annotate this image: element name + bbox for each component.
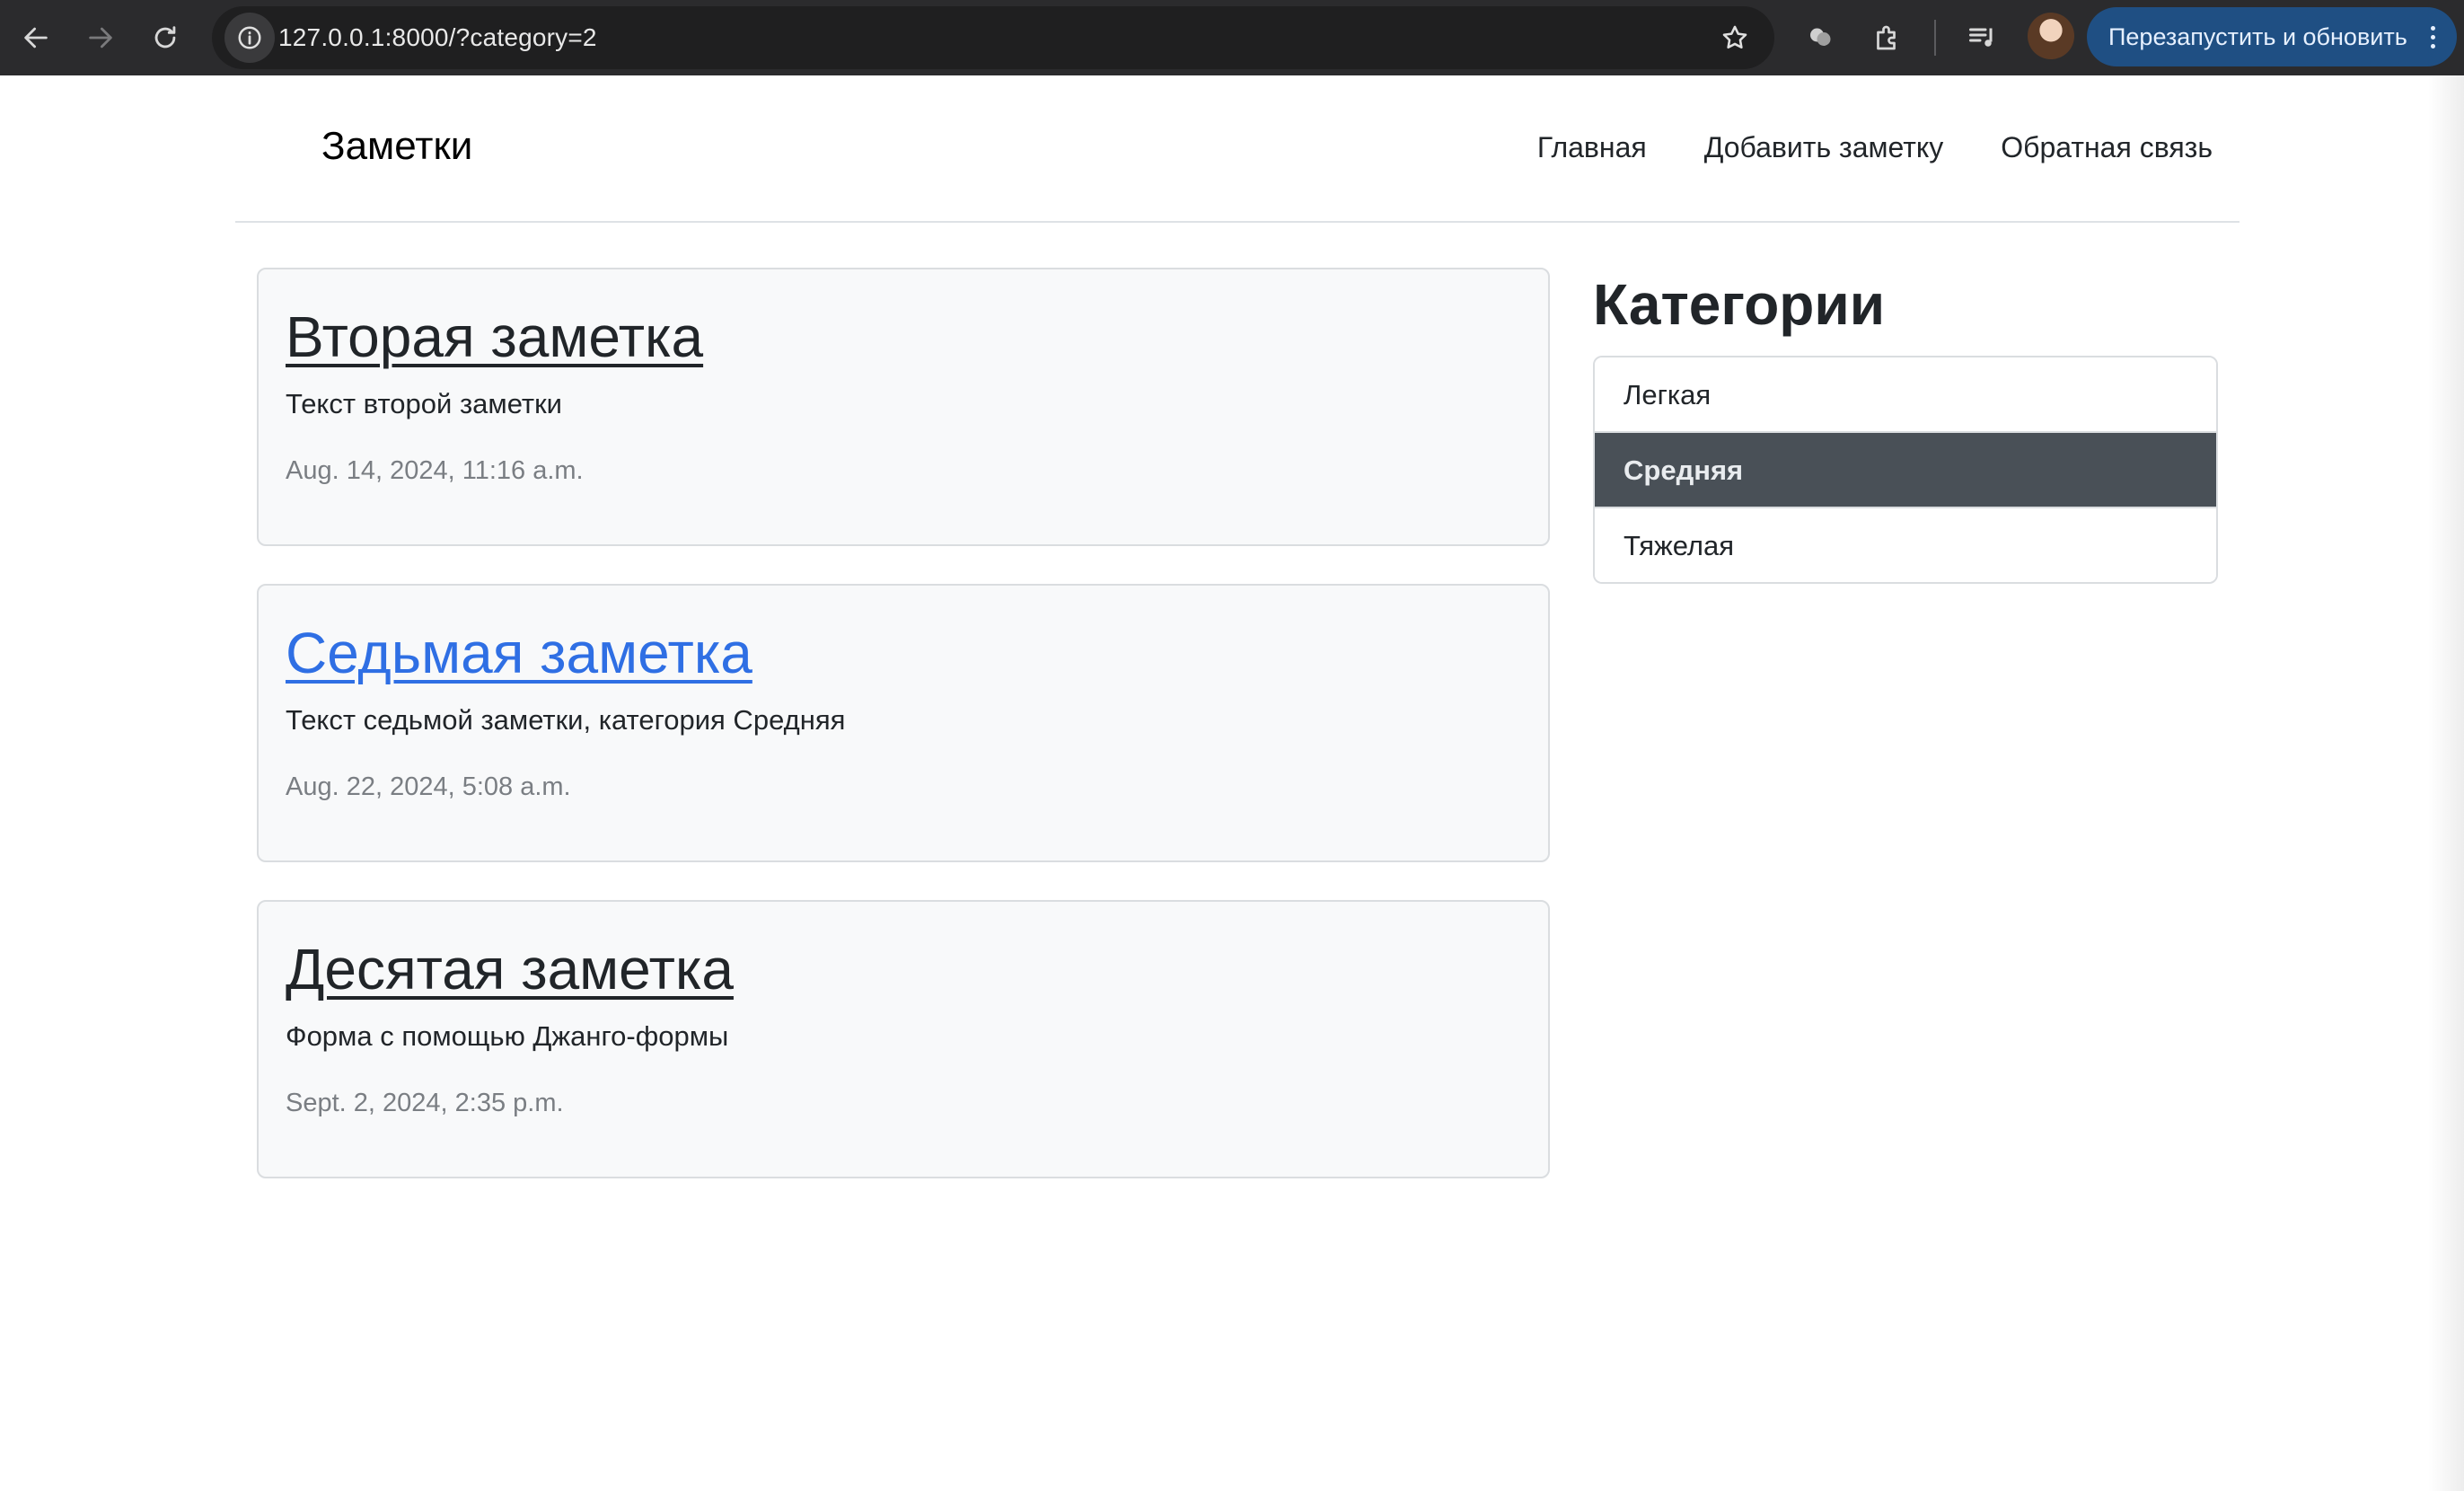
page-edge-shadow [2428, 75, 2464, 1491]
relaunch-update-button[interactable]: Перезапустить и обновить [2087, 7, 2457, 66]
note-text: Форма с помощью Джанго-формы [286, 1020, 729, 1052]
url-text[interactable]: 127.0.0.1:8000/?category=2 [278, 6, 597, 69]
note-date: Sept. 2, 2024, 2:35 p.m. [286, 1089, 564, 1117]
categories-heading: Категории [1593, 272, 1886, 337]
note-title-link[interactable]: Седьмая заметка [286, 620, 752, 686]
star-icon [1722, 25, 1747, 49]
extension-blob-icon [1810, 28, 1831, 46]
note-card: Десятая заметка Форма с помощью Джанго-ф… [257, 900, 1550, 1178]
nav-feedback-link[interactable]: Обратная связь [2001, 131, 2213, 164]
nav-home-link[interactable]: Главная [1537, 131, 1647, 164]
site-header: Заметки Главная Добавить заметку Обратна… [235, 75, 2240, 223]
info-icon [238, 26, 261, 49]
browser-toolbar: 127.0.0.1:8000/?category=2 Перезапустить… [0, 0, 2464, 75]
extension-button[interactable] [1800, 16, 1843, 59]
note-date: Aug. 22, 2024, 5:08 a.m. [286, 772, 571, 801]
kebab-menu-icon[interactable] [2419, 7, 2446, 66]
note-date: Aug. 14, 2024, 11:16 a.m. [286, 456, 584, 485]
brand-title[interactable]: Заметки [321, 124, 472, 169]
site-info-button[interactable] [224, 13, 275, 63]
arrow-left-icon [24, 27, 48, 49]
puzzle-icon [1877, 25, 1896, 50]
reload-button[interactable] [140, 13, 190, 63]
reload-icon [154, 26, 176, 49]
nav-add-note-link[interactable]: Добавить заметку [1704, 131, 1944, 164]
category-item-heavy[interactable]: Тяжелая [1595, 508, 2216, 582]
address-bar[interactable]: 127.0.0.1:8000/?category=2 [212, 6, 1774, 69]
toolbar-separator [1934, 20, 1936, 56]
extensions-menu-button[interactable] [1866, 16, 1909, 59]
category-item-light[interactable]: Легкая [1595, 357, 2216, 433]
note-text: Текст седьмой заметки, категория Средняя [286, 704, 846, 736]
relaunch-label: Перезапустить и обновить [2108, 23, 2407, 50]
back-button[interactable] [11, 13, 61, 63]
main-nav: Главная Добавить заметку Обратная связь [1537, 131, 2213, 164]
note-title-link[interactable]: Вторая заметка [286, 304, 703, 370]
categories-list: Легкая Средняя Тяжелая [1593, 356, 2218, 584]
bookmark-star-button[interactable] [1715, 18, 1755, 57]
profile-avatar[interactable] [2028, 13, 2074, 59]
playlist-music-icon [1969, 28, 1993, 47]
arrow-right-icon [89, 27, 112, 49]
note-title-link[interactable]: Десятая заметка [286, 936, 734, 1002]
category-item-medium[interactable]: Средняя [1595, 433, 2216, 508]
note-card: Седьмая заметка Текст седьмой заметки, к… [257, 584, 1550, 862]
forward-button[interactable] [75, 13, 126, 63]
note-text: Текст второй заметки [286, 388, 563, 419]
page-content: Заметки Главная Добавить заметку Обратна… [0, 75, 2464, 1491]
media-control-button[interactable] [1961, 16, 2004, 59]
note-card: Вторая заметка Текст второй заметки Aug.… [257, 268, 1550, 546]
